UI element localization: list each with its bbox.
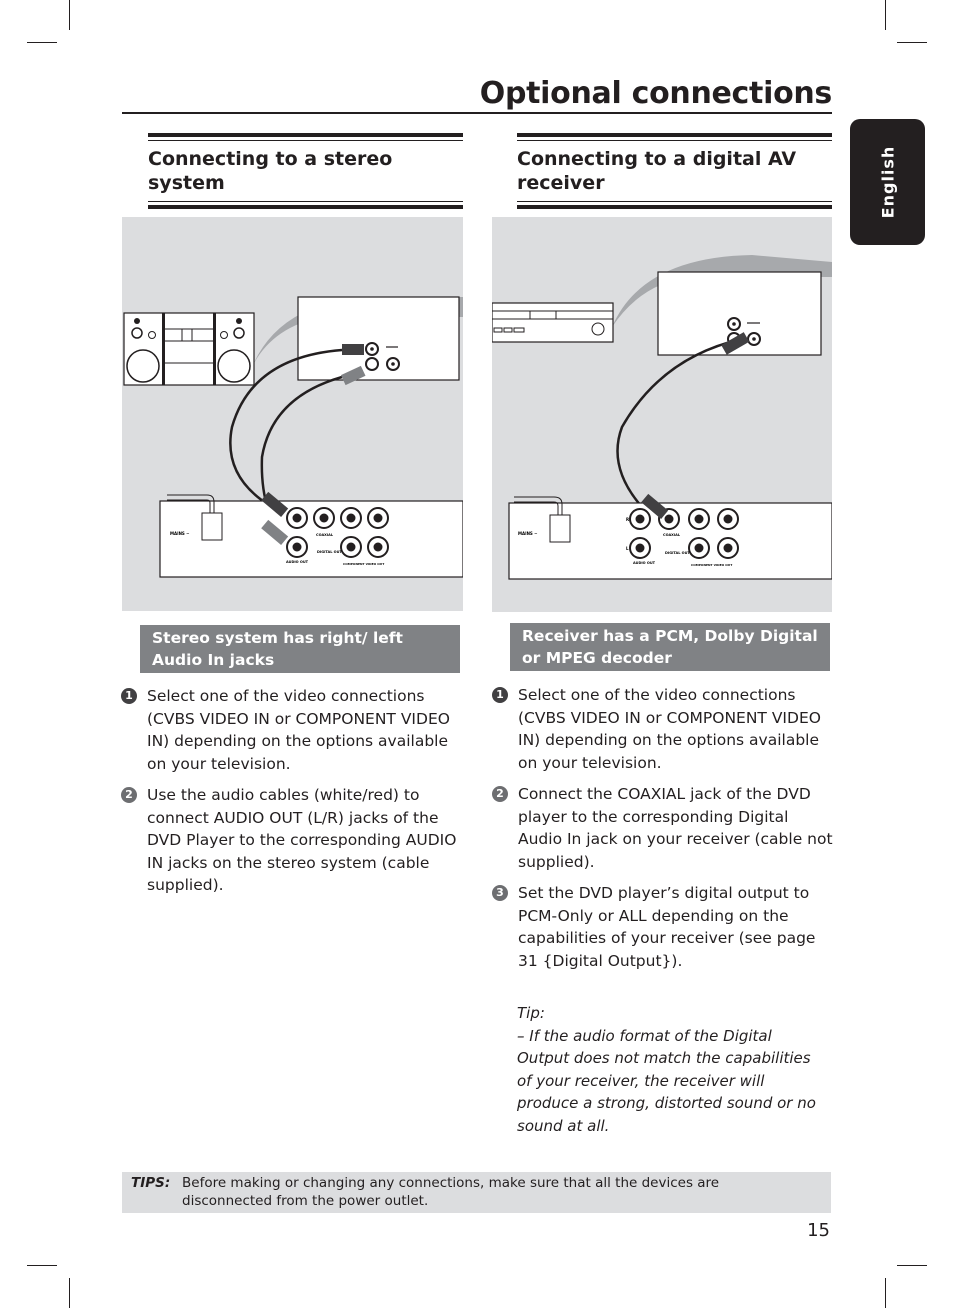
crop-mark xyxy=(69,1278,70,1308)
svg-text:R: R xyxy=(626,517,629,522)
av-receiver xyxy=(492,302,614,343)
tips-label: TIPS: xyxy=(131,1175,171,1191)
step-number: 3 xyxy=(492,885,508,901)
crop-mark xyxy=(897,1265,927,1266)
section-title: Connecting to a stereo system xyxy=(148,148,393,194)
crop-mark xyxy=(885,0,886,30)
tips-box: TIPS: Before making or changing any conn… xyxy=(122,1172,831,1213)
crop-mark xyxy=(885,1278,886,1308)
left-steps: 1 Select one of the video connections (C… xyxy=(121,685,461,906)
tips-text: Before making or changing any connection… xyxy=(182,1175,720,1209)
svg-text:L: L xyxy=(626,546,629,551)
stereo-system xyxy=(123,312,255,386)
step-item: 2 Use the audio cables (white/red) to co… xyxy=(121,784,461,897)
stereo-rear-panel xyxy=(297,296,460,381)
mains-label: MAINS ~ xyxy=(170,531,190,536)
step-item: 1 Select one of the video connections (C… xyxy=(492,684,837,774)
svg-text:COMPONENT VIDEO OUT: COMPONENT VIDEO OUT xyxy=(691,563,733,567)
tip-block: Tip: – If the audio format of the Digita… xyxy=(517,1002,827,1137)
rule xyxy=(517,140,832,141)
right-subheading: Receiver has a PCM, Dolby Digital or MPE… xyxy=(510,623,830,671)
left-subheading: Stereo system has right/ left Audio In j… xyxy=(140,625,460,673)
step-text: Set the DVD player’s digital output to P… xyxy=(518,884,816,970)
language-tab: English xyxy=(850,119,925,245)
page-title: Optional connections xyxy=(479,76,833,111)
crop-mark xyxy=(69,0,70,30)
svg-text:COMPONENT VIDEO OUT: COMPONENT VIDEO OUT xyxy=(343,562,385,566)
svg-text:DIGITAL OUT: DIGITAL OUT xyxy=(665,551,690,555)
crop-mark xyxy=(27,42,57,43)
receiver-connection-diagram: MAINS ~ R L COAXIAL DIGITAL OUT AUDIO OU… xyxy=(492,217,832,612)
rule xyxy=(517,205,832,209)
right-section-heading: Connecting to a digital AV receiver xyxy=(517,133,832,209)
svg-text:DIGITAL OUT: DIGITAL OUT xyxy=(317,550,342,554)
rule xyxy=(148,201,463,202)
rule xyxy=(148,205,463,209)
svg-text:AUDIO OUT: AUDIO OUT xyxy=(633,561,656,565)
svg-text:MAINS ~: MAINS ~ xyxy=(518,531,538,536)
step-item: 2 Connect the COAXIAL jack of the DVD pl… xyxy=(492,783,837,873)
step-text: Select one of the video connections (CVB… xyxy=(518,686,821,772)
step-text: Use the audio cables (white/red) to conn… xyxy=(147,786,457,894)
rule xyxy=(517,133,832,137)
audio-in-jack-r xyxy=(365,357,379,371)
title-rule xyxy=(122,112,832,114)
svg-text:COAXIAL: COAXIAL xyxy=(663,533,681,537)
crop-mark xyxy=(27,1265,57,1266)
step-text: Connect the COAXIAL jack of the DVD play… xyxy=(518,785,833,871)
tip-label: Tip: xyxy=(517,1004,545,1022)
step-number: 1 xyxy=(492,687,508,703)
step-item: 3 Set the DVD player’s digital output to… xyxy=(492,882,837,972)
svg-text:AUDIO OUT: AUDIO OUT xyxy=(286,560,309,564)
section-title: Connecting to a digital AV receiver xyxy=(517,148,797,194)
rule xyxy=(148,133,463,137)
page-number: 15 xyxy=(807,1220,830,1241)
stereo-connection-diagram: MAINS ~ COAXIAL DIGITAL OUT AUDIO OUT CO… xyxy=(122,217,463,611)
step-number: 2 xyxy=(121,787,137,803)
crop-mark xyxy=(897,42,927,43)
rule xyxy=(517,201,832,202)
step-number: 2 xyxy=(492,786,508,802)
right-steps: 1 Select one of the video connections (C… xyxy=(492,684,837,981)
step-number: 1 xyxy=(121,688,137,704)
step-item: 1 Select one of the video connections (C… xyxy=(121,685,461,775)
language-label: English xyxy=(878,145,897,219)
svg-text:COAXIAL: COAXIAL xyxy=(316,533,334,537)
tip-text: – If the audio format of the Digital Out… xyxy=(517,1026,816,1135)
step-text: Select one of the video connections (CVB… xyxy=(147,687,450,773)
coaxial-cable xyxy=(616,337,743,508)
rule xyxy=(148,140,463,141)
left-section-heading: Connecting to a stereo system xyxy=(148,133,463,209)
